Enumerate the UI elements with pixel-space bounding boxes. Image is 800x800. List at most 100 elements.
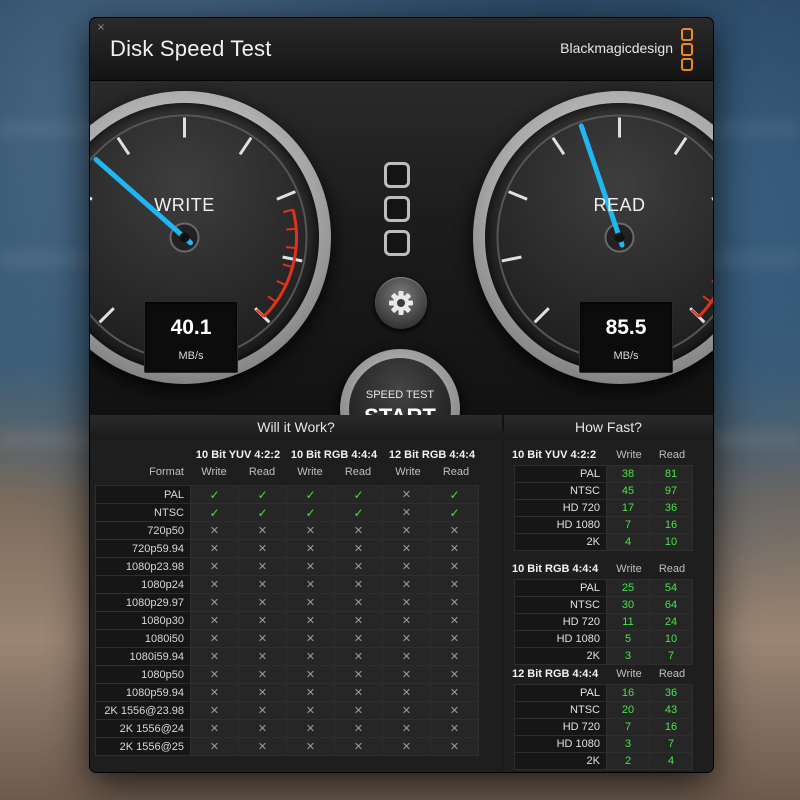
- cross-icon: ✕: [353, 686, 364, 699]
- compatibility-cell: ✓: [286, 503, 335, 522]
- cross-icon: ✕: [449, 578, 460, 591]
- compatibility-cell: ✕: [334, 521, 383, 540]
- compatibility-cell: ✕: [382, 485, 431, 504]
- write-fps-value: 30: [606, 596, 650, 614]
- compatibility-cell: ✕: [334, 629, 383, 648]
- compatibility-cell: ✕: [382, 701, 431, 720]
- compatibility-cell: ✕: [190, 629, 239, 648]
- checkmark-icon: ✓: [257, 505, 268, 520]
- cross-icon: ✕: [257, 686, 268, 699]
- read-fps-value: 7: [649, 647, 693, 665]
- cross-icon: ✕: [401, 686, 412, 699]
- compatibility-cell: ✕: [382, 557, 431, 576]
- table-row: 720p59.94 ✕ ✕ ✕ ✕ ✕ ✕: [95, 539, 479, 558]
- table-row: 1080p24 ✕ ✕ ✕ ✕ ✕ ✕: [95, 575, 479, 594]
- cross-icon: ✕: [305, 740, 316, 753]
- table-row: NTSC ✓ ✓ ✓ ✓ ✕ ✓: [95, 503, 479, 522]
- compatibility-cell: ✕: [286, 665, 335, 684]
- close-icon[interactable]: ×: [96, 23, 106, 33]
- how-fast-header: How Fast?: [504, 415, 713, 439]
- cross-icon: ✕: [353, 578, 364, 591]
- read-fps-value: 4: [649, 752, 693, 770]
- read-fps-value: 36: [649, 499, 693, 517]
- cross-icon: ✕: [449, 704, 460, 717]
- read-column-header: Read: [442, 466, 470, 478]
- table-row: 1080i59.94 ✕ ✕ ✕ ✕ ✕ ✕: [95, 647, 479, 666]
- read-fps-value: 97: [649, 482, 693, 500]
- cross-icon: ✕: [353, 524, 364, 537]
- compatibility-cell: ✕: [190, 557, 239, 576]
- format-label: PAL: [514, 579, 607, 597]
- compatibility-cell: ✕: [190, 719, 239, 738]
- table-row: 1080p23.98 ✕ ✕ ✕ ✕ ✕ ✕: [95, 557, 479, 576]
- title-bar: × Disk Speed Test Blackmagicdesign: [90, 18, 713, 81]
- format-label: HD 1080: [514, 630, 607, 648]
- table-row: HD 1080 7 16: [514, 516, 693, 534]
- cross-icon: ✕: [209, 650, 220, 663]
- blackmagic-center-logo-icon: [384, 162, 412, 264]
- format-label: 2K: [514, 752, 607, 770]
- table-row: 1080p30 ✕ ✕ ✕ ✕ ✕ ✕: [95, 611, 479, 630]
- table-row: 1080p50 ✕ ✕ ✕ ✕ ✕ ✕: [95, 665, 479, 684]
- gauge-redline-tick: [286, 227, 297, 231]
- compatibility-cell: ✕: [334, 557, 383, 576]
- cross-icon: ✕: [449, 668, 460, 681]
- compatibility-cell: ✕: [238, 647, 287, 666]
- read-column-header: Read: [344, 466, 372, 478]
- cross-icon: ✕: [209, 740, 220, 753]
- cross-icon: ✕: [257, 668, 268, 681]
- format-label: HD 720: [514, 718, 607, 736]
- format-label: PAL: [514, 465, 607, 483]
- compatibility-cell: ✕: [430, 701, 479, 720]
- settings-button[interactable]: [375, 277, 427, 329]
- group-header: 10 Bit RGB 4:4:4: [290, 449, 378, 461]
- compatibility-cell: ✕: [190, 737, 239, 756]
- table-row: 1080p59.94 ✕ ✕ ✕ ✕ ✕ ✕: [95, 683, 479, 702]
- cross-icon: ✕: [305, 704, 316, 717]
- disk-speed-test-window: × Disk Speed Test Blackmagicdesign WRITE…: [90, 18, 713, 772]
- table-row: 2K 2 4: [514, 752, 693, 770]
- compatibility-cell: ✕: [430, 719, 479, 738]
- format-label: 1080i50: [95, 629, 191, 648]
- write-fps-value: 3: [606, 735, 650, 753]
- cross-icon: ✕: [353, 542, 364, 555]
- cross-icon: ✕: [401, 560, 412, 573]
- read-column-header: Read: [658, 563, 686, 575]
- table-row: 1080p29.97 ✕ ✕ ✕ ✕ ✕ ✕: [95, 593, 479, 612]
- compatibility-cell: ✕: [430, 521, 479, 540]
- cross-icon: ✕: [209, 578, 220, 591]
- checkmark-icon: ✓: [209, 505, 220, 520]
- compatibility-cell: ✕: [238, 539, 287, 558]
- cross-icon: ✕: [449, 560, 460, 573]
- compatibility-cell: ✓: [334, 485, 383, 504]
- compatibility-cell: ✕: [238, 557, 287, 576]
- format-label: 1080p50: [95, 665, 191, 684]
- compatibility-cell: ✕: [238, 683, 287, 702]
- format-label: 720p50: [95, 521, 191, 540]
- cross-icon: ✕: [209, 686, 220, 699]
- format-label: 1080p24: [95, 575, 191, 594]
- cross-icon: ✕: [401, 596, 412, 609]
- format-label: 1080p29.97: [95, 593, 191, 612]
- compatibility-cell: ✕: [334, 665, 383, 684]
- write-fps-value: 7: [606, 516, 650, 534]
- table-row: 2K 4 10: [514, 533, 693, 551]
- write-fps-value: 45: [606, 482, 650, 500]
- format-label: NTSC: [95, 503, 191, 522]
- checkmark-icon: ✓: [353, 505, 364, 520]
- cross-icon: ✕: [353, 650, 364, 663]
- compatibility-cell: ✕: [190, 521, 239, 540]
- cross-icon: ✕: [257, 704, 268, 717]
- format-label: NTSC: [514, 701, 607, 719]
- how-fast-group-header: 10 Bit YUV 4:2:2: [512, 449, 597, 461]
- format-column-header: Format: [149, 466, 184, 478]
- compatibility-cell: ✕: [190, 701, 239, 720]
- compatibility-cell: ✕: [286, 521, 335, 540]
- table-row: PAL 25 54: [514, 579, 693, 597]
- gauge-tick: [501, 255, 522, 263]
- compatibility-cell: ✕: [286, 539, 335, 558]
- blackmagic-logo-icon: [681, 28, 693, 71]
- compatibility-cell: ✕: [190, 647, 239, 666]
- gauge-needle-cap: [179, 232, 190, 243]
- cross-icon: ✕: [209, 668, 220, 681]
